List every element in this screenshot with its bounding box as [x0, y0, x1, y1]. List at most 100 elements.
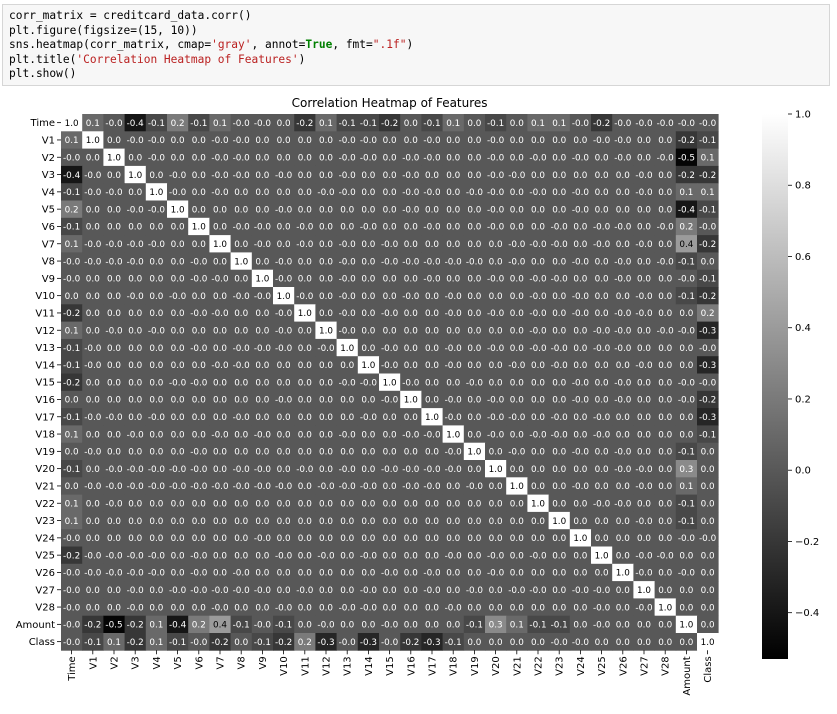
cell-annotation: 0.0 — [277, 430, 291, 440]
cell-annotation: -0.0 — [402, 171, 420, 181]
cell-annotation: 0.0 — [446, 240, 460, 250]
cell-annotation: 0.0 — [489, 534, 503, 544]
cell-annotation: 0.0 — [446, 223, 460, 233]
cell-annotation: -0.0 — [572, 153, 590, 163]
cell-annotation: 0.0 — [319, 257, 333, 267]
cell-annotation: 0.0 — [149, 517, 163, 527]
cell-annotation: 0.0 — [701, 465, 715, 475]
code-line: plt.title('Correlation Heatmap of Featur… — [9, 53, 823, 68]
x-tick-label: V14 — [364, 656, 375, 676]
cell-annotation: 0.0 — [531, 205, 545, 215]
cell-annotation: 0.0 — [171, 448, 185, 458]
cell-annotation: 0.0 — [637, 638, 651, 648]
cell-annotation: 0.4 — [213, 621, 227, 631]
cell-annotation: 0.0 — [107, 534, 121, 544]
cell-annotation: 0.0 — [637, 534, 651, 544]
cell-annotation: 0.0 — [171, 603, 185, 613]
cell-annotation: 1.0 — [573, 534, 587, 544]
cell-annotation: 0.0 — [149, 361, 163, 371]
cell-annotation: -0.0 — [233, 171, 251, 181]
cell-annotation: -0.0 — [445, 603, 463, 613]
cell-annotation: -0.1 — [699, 205, 716, 215]
cell-annotation: -0.0 — [445, 413, 463, 423]
cell-annotation: -0.0 — [614, 136, 632, 146]
cell-annotation: 0.0 — [595, 465, 609, 475]
cell-annotation: -0.0 — [275, 326, 293, 336]
cell-annotation: 0.0 — [361, 344, 375, 354]
cell-annotation: 0.0 — [489, 517, 503, 527]
cell-annotation: 0.0 — [255, 361, 269, 371]
cell-annotation: 0.0 — [510, 119, 524, 129]
cell-annotation: 0.0 — [467, 413, 481, 423]
cell-annotation: 0.0 — [107, 361, 121, 371]
cell-annotation: -0.0 — [402, 465, 420, 475]
colorbar-tick-label: 0.8 — [795, 181, 811, 192]
cell-annotation: -0.0 — [423, 223, 441, 233]
cell-annotation: 0.0 — [467, 153, 481, 163]
cell-annotation: 0.0 — [192, 361, 206, 371]
cell-annotation: -0.0 — [339, 136, 357, 146]
cell-annotation: -0.0 — [296, 240, 314, 250]
cell-annotation: -0.3 — [423, 638, 440, 648]
cell-annotation: 0.0 — [446, 482, 460, 492]
cell-annotation: -0.2 — [678, 171, 695, 181]
cell-annotation: -0.3 — [699, 413, 716, 423]
cell-annotation: -0.1 — [169, 638, 186, 648]
cell-annotation: -0.0 — [254, 465, 272, 475]
cell-annotation: -0.0 — [190, 551, 208, 561]
cell-annotation: -0.0 — [423, 153, 441, 163]
cell-annotation: -0.0 — [233, 153, 251, 163]
cell-annotation: 0.0 — [361, 621, 375, 631]
cell-annotation: -0.0 — [211, 275, 229, 285]
cell-annotation: 0.0 — [340, 621, 354, 631]
cell-annotation: -0.0 — [572, 205, 590, 215]
x-tick-label: Amount — [682, 656, 693, 695]
cell-annotation: -0.0 — [360, 551, 378, 561]
cell-annotation: 0.0 — [467, 136, 481, 146]
cell-annotation: -0.0 — [275, 205, 293, 215]
cell-annotation: 0.0 — [552, 551, 566, 561]
cell-annotation: 0.0 — [128, 396, 142, 406]
cell-annotation: -0.2 — [402, 638, 419, 648]
cell-annotation: -0.4 — [63, 171, 81, 181]
cell-annotation: 0.0 — [658, 430, 672, 440]
cell-annotation: 0.0 — [340, 448, 354, 458]
cell-annotation: 0.0 — [149, 171, 163, 181]
x-tick-label: V15 — [385, 656, 396, 676]
cell-annotation: -0.0 — [487, 188, 505, 198]
cell-annotation: 1.0 — [383, 378, 397, 388]
cell-annotation: 0.0 — [510, 396, 524, 406]
cell-annotation: 0.0 — [255, 569, 269, 579]
cell-annotation: 0.0 — [277, 586, 291, 596]
cell-annotation: 0.0 — [467, 275, 481, 285]
cell-annotation: 0.0 — [467, 517, 481, 527]
cell-annotation: -0.0 — [529, 153, 547, 163]
cell-annotation: -0.0 — [190, 482, 208, 492]
cell-annotation: 0.0 — [531, 534, 545, 544]
cell-annotation: -0.0 — [657, 257, 675, 267]
cell-annotation: -0.0 — [487, 205, 505, 215]
cell-annotation: 0.0 — [192, 326, 206, 336]
cell-annotation: 0.0 — [637, 413, 651, 423]
cell-annotation: -0.0 — [63, 257, 81, 267]
cell-annotation: -0.0 — [508, 240, 526, 250]
cell-annotation: 0.0 — [86, 396, 100, 406]
cell-annotation: -0.0 — [529, 309, 547, 319]
cell-annotation: 0.0 — [383, 223, 397, 233]
cell-annotation: 0.0 — [658, 569, 672, 579]
cell-annotation: 0.0 — [679, 430, 693, 440]
cell-annotation: -0.0 — [572, 448, 590, 458]
code-cell[interactable]: corr_matrix = creditcard_data.corr() plt.… — [2, 4, 830, 86]
cell-annotation: 0.0 — [277, 499, 291, 509]
cell-annotation: 0.0 — [361, 171, 375, 181]
cell-annotation: 0.0 — [658, 292, 672, 302]
cell-annotation: -0.0 — [211, 430, 229, 440]
cell-annotation: 0.0 — [573, 240, 587, 250]
cell-annotation: 0.0 — [404, 603, 418, 613]
cell-annotation: 1.0 — [213, 240, 227, 250]
cell-annotation: 0.0 — [701, 551, 715, 561]
cell-annotation: 0.0 — [192, 413, 206, 423]
cell-annotation: 0.0 — [616, 534, 630, 544]
cell-annotation: 0.0 — [86, 465, 100, 475]
cell-annotation: -0.0 — [551, 344, 569, 354]
